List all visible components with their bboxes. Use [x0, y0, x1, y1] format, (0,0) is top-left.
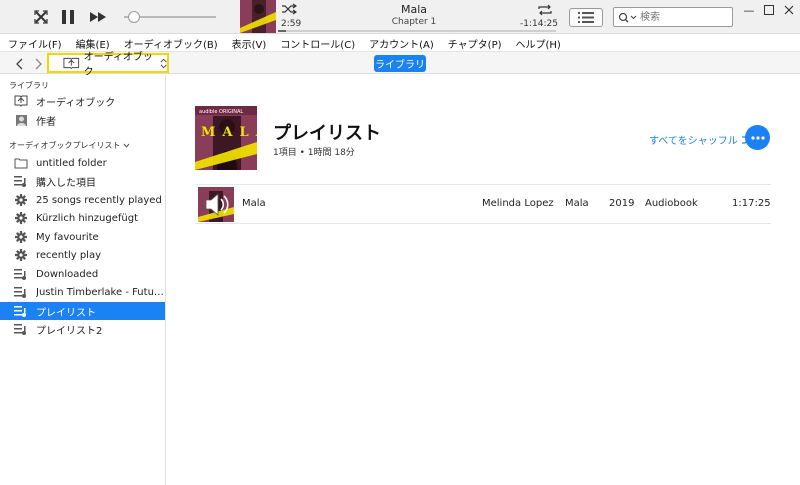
repeat-icon[interactable]: [537, 3, 553, 20]
elapsed-time: 2:59: [281, 19, 302, 29]
media-kind-label: オーディオブック: [83, 52, 153, 78]
sidebar-item-label: プレイリスト2: [36, 325, 103, 337]
playback-progress[interactable]: [278, 30, 556, 32]
minimize-button[interactable]: —: [742, 3, 756, 17]
back-button[interactable]: [12, 56, 28, 71]
maximize-button[interactable]: [762, 3, 776, 17]
playlist-icon: [14, 285, 28, 299]
sidebar-item-label: 購入した項目: [36, 177, 96, 189]
playlist-icon: [14, 267, 28, 281]
menu-file[interactable]: ファイル(F): [0, 35, 68, 51]
shuffle-all-button[interactable]: すべてをシャッフル: [649, 132, 757, 147]
sidebar-item-label: プレイリスト: [36, 307, 96, 319]
player-bar: 2:59 Mala Chapter 1 -1:14:25 —: [0, 0, 800, 34]
miniplayer-icon[interactable]: [32, 8, 50, 26]
now-playing-subtitle: Chapter 1: [391, 17, 437, 27]
sidebar-item-playlist[interactable]: Kürzlich hinzugefügt: [0, 209, 165, 227]
up-next-button[interactable]: [569, 8, 603, 27]
playlist-artwork: audible ORIGINAL MALA: [195, 106, 266, 170]
sidebar-item-playlist[interactable]: Justin Timberlake - Futur...: [0, 283, 165, 301]
sidebar-item-label: recently play: [36, 249, 101, 261]
sidebar: ライブラリ オーディオブック 作者 オーディオブックプレイリスト untitle…: [0, 75, 166, 485]
playlist-icon: [14, 174, 28, 188]
library-button[interactable]: ライブラリ: [374, 55, 426, 72]
sidebar-item-playlist[interactable]: プレイリスト: [0, 302, 165, 320]
smart-playlist-icon: [14, 248, 28, 262]
menu-account[interactable]: アカウント(A): [361, 35, 440, 51]
track-album: Mala: [565, 198, 589, 209]
track-year: 2019: [609, 198, 635, 209]
smart-playlist-icon: [14, 211, 28, 225]
sidebar-item-playlist[interactable]: My favourite: [0, 228, 165, 246]
chevron-down-icon: [123, 143, 130, 148]
sidebar-item-label: 作者: [36, 116, 56, 128]
search-input[interactable]: [640, 10, 730, 24]
close-button[interactable]: [782, 3, 796, 17]
updown-chevron-icon: [160, 58, 167, 68]
smart-playlist-icon: [14, 193, 28, 207]
sidebar-item-audiobooks[interactable]: オーディオブック: [0, 92, 165, 110]
sidebar-item-playlist[interactable]: 購入した項目: [0, 172, 165, 190]
pause-button[interactable]: [60, 8, 76, 26]
page-title: プレイリスト: [273, 123, 381, 144]
track-name: Mala: [242, 198, 266, 209]
sidebar-item-label: untitled folder: [36, 157, 107, 169]
chevron-left-icon: [16, 58, 23, 69]
library-header: ライブラリ: [9, 81, 49, 90]
navigation-bar: オーディオブック ライブラリ: [0, 51, 800, 78]
track-artist: Melinda Lopez: [482, 198, 554, 209]
album-letters: MALA: [201, 125, 257, 140]
smart-playlist-icon: [14, 230, 28, 244]
sidebar-item-playlist[interactable]: プレイリスト2: [0, 320, 165, 338]
menu-help[interactable]: ヘルプ(H): [508, 35, 567, 51]
album-badge: audible ORIGINAL: [199, 109, 243, 115]
sidebar-item-playlist[interactable]: 25 songs recently played: [0, 191, 165, 209]
media-kind-selector[interactable]: オーディオブック: [47, 52, 169, 78]
menu-chapter[interactable]: チャプタ(P): [440, 35, 508, 51]
now-playing-title: Mala: [400, 3, 428, 16]
author-icon: [14, 113, 28, 127]
fast-forward-button[interactable]: [88, 8, 108, 26]
search-icon: [618, 12, 638, 26]
volume-knob[interactable]: [127, 11, 140, 23]
shuffle-all-label: すべてをシャッフル: [649, 136, 738, 147]
forward-button[interactable]: [30, 56, 46, 71]
track-artwork: [198, 187, 234, 222]
audiobook-icon: [63, 57, 80, 69]
progress-fill: [278, 30, 287, 32]
playlist-icon: [14, 304, 28, 318]
list-icon: [578, 12, 594, 23]
track-genre: Audiobook: [645, 198, 698, 209]
playlist-icon: [14, 322, 28, 336]
audiobook-icon: [14, 94, 28, 108]
more-options-button[interactable]: [745, 125, 770, 150]
shuffle-icon[interactable]: [281, 3, 298, 18]
track-time: 1:17:25: [732, 198, 771, 209]
playlist-view: audible ORIGINAL MALA プレイリスト 1項目 • 1時間 1…: [167, 75, 800, 485]
menu-view[interactable]: 表示(V): [224, 35, 273, 51]
menu-controls[interactable]: コントロール(C): [272, 35, 361, 51]
remaining-time: -1:14:25: [520, 19, 558, 29]
sidebar-item-label: Justin Timberlake - Futur...: [36, 286, 165, 298]
table-row[interactable]: Mala Melinda Lopez Mala 2019 Audiobook 1…: [195, 184, 771, 224]
folder-icon: [14, 156, 28, 170]
now-playing-artwork[interactable]: [240, 0, 276, 33]
sidebar-item-authors[interactable]: 作者: [0, 111, 165, 129]
playlists-header-label: オーディオブックプレイリスト: [9, 141, 121, 150]
ellipsis-icon: [750, 135, 765, 140]
playlist-meta: 1項目 • 1時間 18分: [273, 148, 355, 158]
chevron-right-icon: [35, 58, 42, 69]
sidebar-item-label: 25 songs recently played: [36, 194, 162, 206]
sidebar-item-playlist[interactable]: recently play: [0, 246, 165, 264]
sidebar-item-label: Kürzlich hinzugefügt: [36, 212, 138, 224]
sidebar-item-label: Downloaded: [36, 268, 99, 280]
sidebar-item-playlist[interactable]: untitled folder: [0, 154, 165, 172]
sidebar-item-playlist[interactable]: Downloaded: [0, 265, 165, 283]
search-box[interactable]: [613, 7, 733, 27]
sidebar-item-label: My favourite: [36, 231, 99, 243]
sidebar-item-label: オーディオブック: [36, 97, 116, 109]
playlists-header[interactable]: オーディオブックプレイリスト: [9, 140, 130, 151]
